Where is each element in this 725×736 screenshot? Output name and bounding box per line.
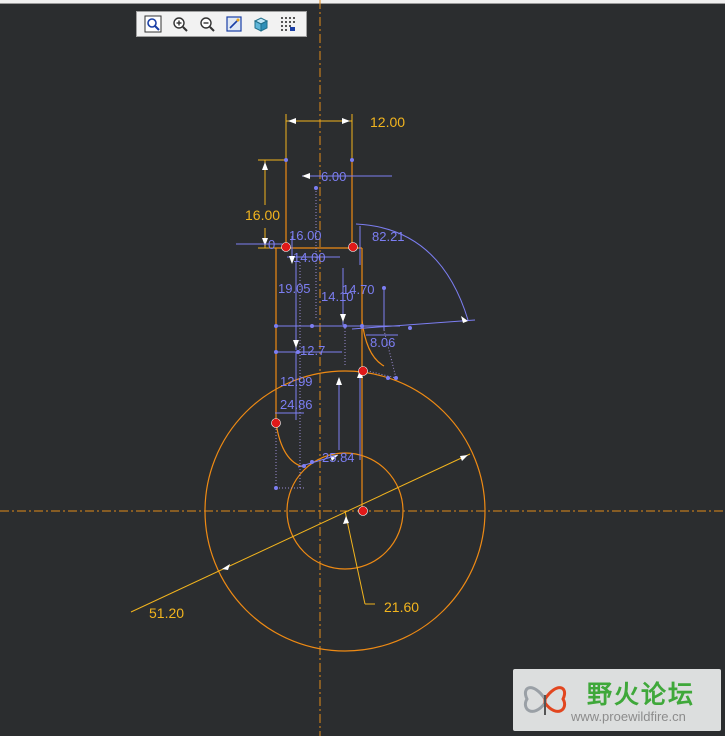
display-dimensions-button[interactable] [277, 14, 299, 34]
forum-watermark: 野火论坛 www.proewildfire.cn [513, 669, 721, 731]
view-toolbar [136, 11, 307, 37]
dim-14-00[interactable]: 14.00 [293, 250, 326, 265]
watermark-title: 野火论坛 [587, 680, 696, 709]
dim-small[interactable]: 0 [268, 237, 275, 252]
display-dimensions-icon [281, 17, 295, 31]
dim-16-00[interactable]: 16.00 [245, 207, 280, 223]
sketch-point[interactable] [281, 242, 291, 252]
sketch-point[interactable] [358, 506, 368, 516]
dim-82-21[interactable]: 82.21 [372, 229, 405, 244]
shading-icon [253, 17, 269, 32]
sketch-canvas[interactable]: 12.00 16.00 51.20 21.60 6.00 16.00 0 14.… [0, 0, 725, 736]
dim-6-00[interactable]: 6.00 [321, 169, 346, 184]
dim-25-84[interactable]: 25.84 [322, 450, 355, 465]
watermark-url: www.proewildfire.cn [571, 709, 686, 724]
dim-21-60[interactable]: 21.60 [384, 599, 419, 615]
dim-12-00[interactable]: 12.00 [370, 114, 405, 130]
zoom-out-icon [200, 17, 215, 32]
zoom-out-button[interactable] [196, 14, 218, 34]
refit-icon [144, 15, 162, 33]
sketch-point[interactable] [348, 242, 358, 252]
dim-14-10[interactable]: 14.10 [321, 289, 354, 304]
sketch-point[interactable] [358, 366, 368, 376]
strong-dimensions [130, 114, 471, 613]
dim-8-06[interactable]: 8.06 [370, 335, 395, 350]
butterfly-logo-icon [524, 686, 566, 715]
dim-51-20[interactable]: 51.20 [149, 605, 184, 621]
dim-16-00-weak[interactable]: 16.00 [289, 228, 322, 243]
repaint-button[interactable] [223, 14, 245, 34]
refit-button[interactable] [142, 14, 164, 34]
sketch-geometry [204, 160, 486, 652]
repaint-icon [226, 16, 242, 32]
dim-19-05[interactable]: 19.05 [278, 281, 311, 296]
dim-12-99[interactable]: 12.99 [280, 374, 313, 389]
zoom-in-icon [173, 17, 188, 32]
dim-24-86[interactable]: 24.86 [280, 397, 313, 412]
zoom-in-button[interactable] [169, 14, 191, 34]
sketch-point[interactable] [271, 418, 281, 428]
shading-button[interactable] [250, 14, 272, 34]
dim-12-7[interactable]: 12.7 [300, 343, 325, 358]
